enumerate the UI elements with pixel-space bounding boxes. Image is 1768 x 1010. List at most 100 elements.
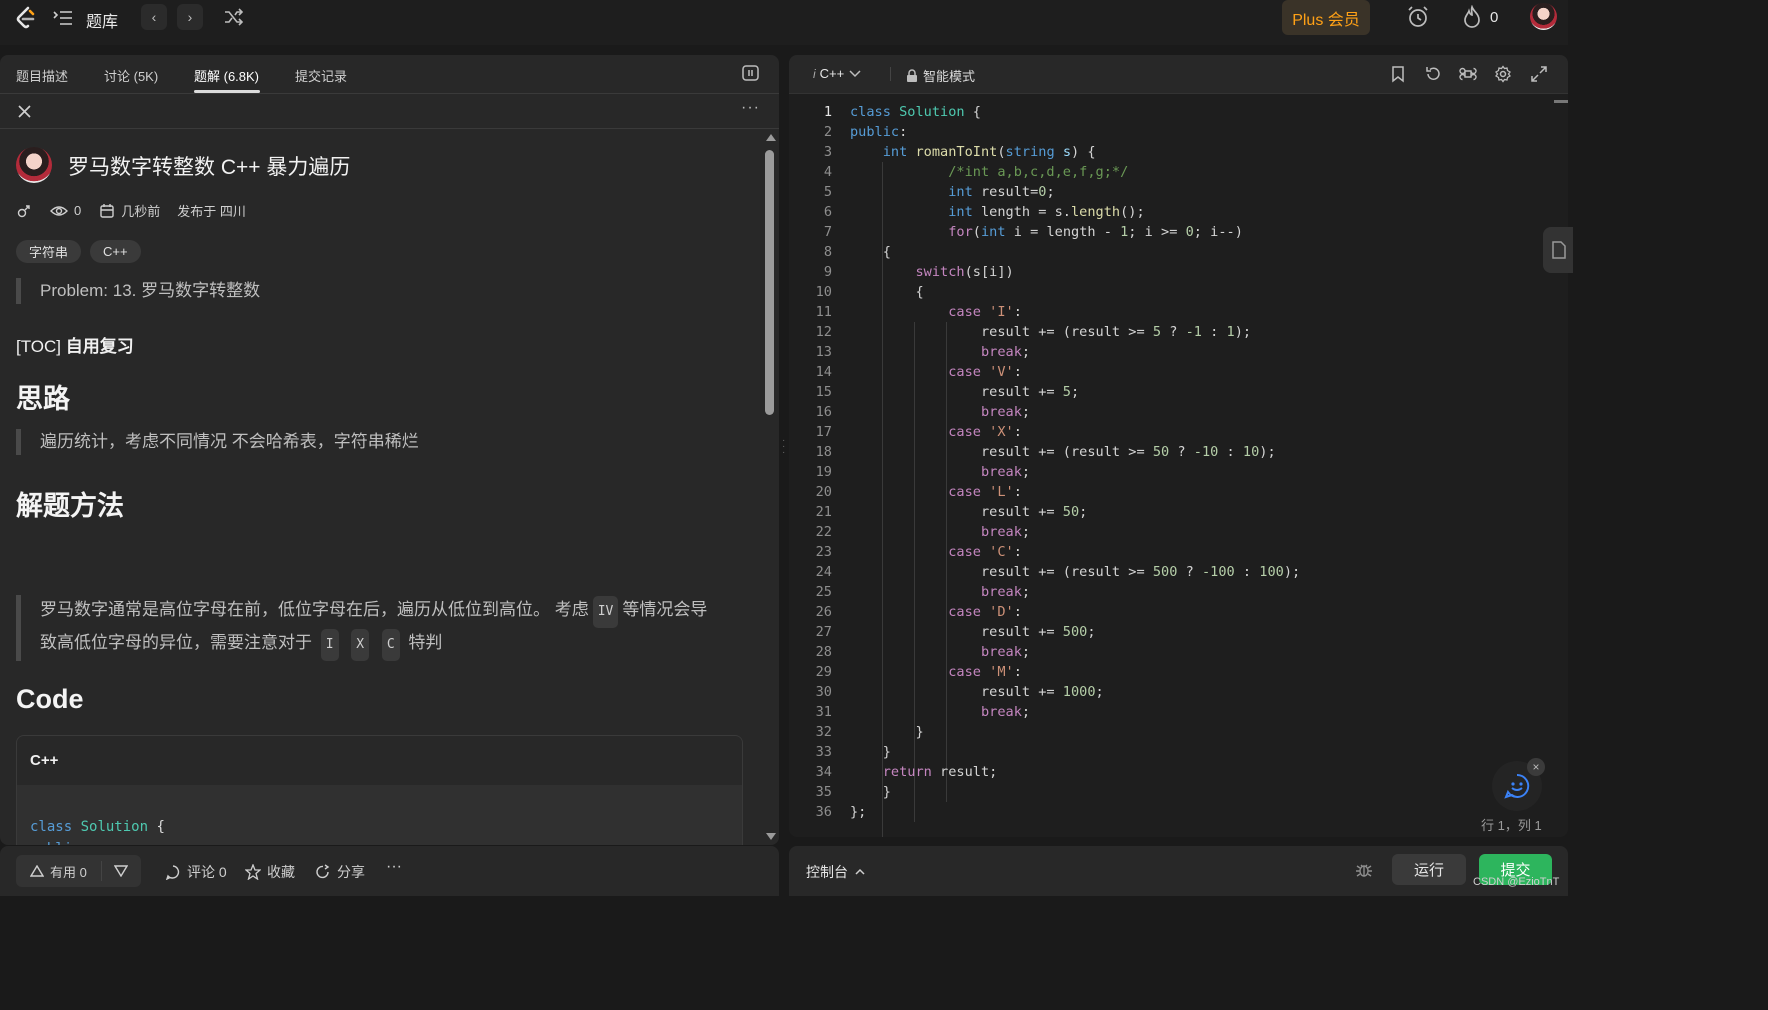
smart-mode-toggle[interactable]: 智能模式 bbox=[906, 66, 975, 85]
code-text[interactable]: } bbox=[850, 722, 923, 742]
shuffle-icon[interactable] bbox=[224, 8, 244, 26]
tab-solutions[interactable]: 题解 (6.8K) bbox=[194, 66, 259, 85]
code-text[interactable]: } bbox=[850, 782, 891, 802]
code-text[interactable]: break; bbox=[850, 402, 1030, 422]
code-text[interactable]: case 'L': bbox=[850, 482, 1022, 502]
problem-bank-title[interactable]: 题库 bbox=[86, 8, 118, 32]
code-line[interactable]: 27 result += 500; bbox=[789, 622, 1549, 642]
downvote-button[interactable] bbox=[102, 865, 140, 877]
command-icon[interactable] bbox=[1459, 65, 1477, 83]
code-line[interactable]: 26 case 'D': bbox=[789, 602, 1549, 622]
debug-bug-icon[interactable] bbox=[1355, 861, 1373, 879]
code-line[interactable]: 23 case 'C': bbox=[789, 542, 1549, 562]
code-line[interactable]: 11 case 'I': bbox=[789, 302, 1549, 322]
code-text[interactable]: break; bbox=[850, 342, 1030, 362]
code-line[interactable]: 35 } bbox=[789, 782, 1549, 802]
code-line[interactable]: 14 case 'V': bbox=[789, 362, 1549, 382]
code-text[interactable]: { bbox=[850, 282, 923, 302]
code-text[interactable]: case 'V': bbox=[850, 362, 1022, 382]
share-button[interactable]: 分享 bbox=[315, 862, 365, 882]
code-line[interactable]: 31 break; bbox=[789, 702, 1549, 722]
code-text[interactable]: /*int a,b,c,d,e,f,g;*/ bbox=[850, 162, 1128, 182]
code-line[interactable]: 17 case 'X': bbox=[789, 422, 1549, 442]
code-text[interactable]: result += 500; bbox=[850, 622, 1096, 642]
list-icon[interactable] bbox=[52, 8, 74, 28]
code-text[interactable]: result += (result >= 500 ? -100 : 100); bbox=[850, 562, 1300, 582]
code-line[interactable]: 22 break; bbox=[789, 522, 1549, 542]
code-line[interactable]: 13 break; bbox=[789, 342, 1549, 362]
code-line[interactable]: 28 break; bbox=[789, 642, 1549, 662]
code-text[interactable]: result += (result >= 50 ? -10 : 10); bbox=[850, 442, 1276, 462]
code-line[interactable]: 19 break; bbox=[789, 462, 1549, 482]
panel-resize-handle[interactable]: · · · bbox=[782, 436, 786, 458]
code-text[interactable]: return result; bbox=[850, 762, 998, 782]
alarm-clock-icon[interactable] bbox=[1406, 5, 1430, 29]
code-line[interactable]: 7 for(int i = length - 1; i >= 0; i--) bbox=[789, 222, 1549, 242]
code-text[interactable]: result += (result >= 5 ? -1 : 1); bbox=[850, 322, 1251, 342]
plus-membership-button[interactable]: Plus 会员 bbox=[1282, 0, 1370, 35]
code-text[interactable]: case 'D': bbox=[850, 602, 1022, 622]
user-avatar[interactable] bbox=[1530, 3, 1557, 30]
author-avatar[interactable] bbox=[16, 147, 52, 183]
code-line[interactable]: 4 /*int a,b,c,d,e,f,g;*/ bbox=[789, 162, 1549, 182]
console-toggle[interactable]: 控制台 bbox=[806, 862, 866, 882]
settings-gear-icon[interactable] bbox=[1494, 65, 1512, 83]
code-text[interactable]: } bbox=[850, 742, 891, 762]
code-line[interactable]: 10 { bbox=[789, 282, 1549, 302]
scrollbar-thumb[interactable] bbox=[765, 150, 774, 415]
code-line[interactable]: 2 public: bbox=[789, 122, 1549, 142]
code-text[interactable]: }; bbox=[850, 802, 866, 822]
code-text[interactable]: int romanToInt(string s) { bbox=[850, 142, 1096, 162]
code-text[interactable]: break; bbox=[850, 582, 1030, 602]
fire-icon[interactable] bbox=[1462, 5, 1482, 29]
tag-cpp[interactable]: C++ bbox=[90, 240, 141, 263]
leetcode-logo-icon[interactable] bbox=[14, 6, 36, 30]
code-text[interactable]: case 'X': bbox=[850, 422, 1022, 442]
code-line[interactable]: 3 int romanToInt(string s) { bbox=[789, 142, 1549, 162]
language-selector[interactable]: i C++ bbox=[813, 66, 862, 81]
run-button[interactable]: 运行 bbox=[1392, 854, 1466, 885]
code-text[interactable]: break; bbox=[850, 462, 1030, 482]
close-assistant-icon[interactable]: × bbox=[1527, 758, 1545, 776]
code-line[interactable]: 25 break; bbox=[789, 582, 1549, 602]
side-notes-tab[interactable] bbox=[1543, 227, 1573, 273]
scroll-down-arrow-icon[interactable] bbox=[766, 833, 776, 840]
more-options-button[interactable]: ··· bbox=[741, 99, 760, 117]
code-text[interactable]: break; bbox=[850, 702, 1030, 722]
code-line[interactable]: 12 result += (result >= 5 ? -1 : 1); bbox=[789, 322, 1549, 342]
tab-description[interactable]: 题目描述 bbox=[16, 66, 68, 85]
code-line[interactable]: 9 switch(s[i]) bbox=[789, 262, 1549, 282]
tab-submissions[interactable]: 提交记录 bbox=[295, 66, 347, 85]
code-editor[interactable]: 1 class Solution { 2 public: 3 int romanTo… bbox=[789, 102, 1549, 837]
footer-more-button[interactable]: ··· bbox=[386, 858, 402, 876]
scroll-up-arrow-icon[interactable] bbox=[766, 134, 776, 141]
code-line[interactable]: 33 } bbox=[789, 742, 1549, 762]
code-text[interactable]: break; bbox=[850, 642, 1030, 662]
code-line[interactable]: 29 case 'M': bbox=[789, 662, 1549, 682]
fullscreen-icon[interactable] bbox=[1530, 65, 1548, 83]
code-text[interactable]: case 'C': bbox=[850, 542, 1022, 562]
code-text[interactable]: case 'M': bbox=[850, 662, 1022, 682]
next-problem-button[interactable]: › bbox=[177, 4, 203, 30]
prev-problem-button[interactable]: ‹ bbox=[141, 4, 167, 30]
code-text[interactable]: { bbox=[850, 242, 891, 262]
code-text[interactable]: switch(s[i]) bbox=[850, 262, 1013, 282]
panel-layout-icon[interactable] bbox=[742, 65, 759, 81]
code-text[interactable]: result += 50; bbox=[850, 502, 1087, 522]
reset-icon[interactable] bbox=[1424, 65, 1442, 83]
article-scrollbar[interactable] bbox=[763, 130, 777, 845]
editor-scrollbar-thumb[interactable] bbox=[1554, 100, 1568, 103]
code-line[interactable]: 8 { bbox=[789, 242, 1549, 262]
code-line[interactable]: 24 result += (result >= 500 ? -100 : 100… bbox=[789, 562, 1549, 582]
code-text[interactable]: class Solution { bbox=[850, 102, 981, 122]
code-text[interactable]: for(int i = length - 1; i >= 0; i--) bbox=[850, 222, 1243, 242]
code-line[interactable]: 18 result += (result >= 50 ? -10 : 10); bbox=[789, 442, 1549, 462]
code-text[interactable]: break; bbox=[850, 522, 1030, 542]
code-text[interactable]: case 'I': bbox=[850, 302, 1022, 322]
code-language-tab[interactable]: C++ bbox=[17, 736, 742, 785]
close-icon[interactable] bbox=[16, 103, 33, 120]
code-line[interactable]: 20 case 'L': bbox=[789, 482, 1549, 502]
tab-discussion[interactable]: 讨论 (5K) bbox=[104, 66, 158, 85]
tag-string[interactable]: 字符串 bbox=[16, 240, 82, 263]
code-line[interactable]: 1 class Solution { bbox=[789, 102, 1549, 122]
